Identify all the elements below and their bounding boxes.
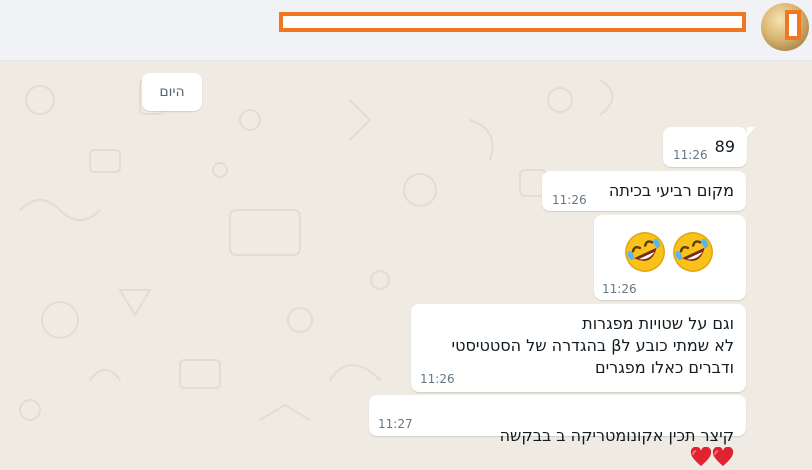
date-divider: היום [142,73,202,111]
bubble-tail [747,127,755,137]
message-bubble[interactable]: 11:26 [594,215,746,300]
chat-header[interactable] [0,0,812,61]
rolling-on-floor-laughing-icon [625,232,665,272]
message-bubble[interactable]: קיצר תכין אקונומטריקה ב בבקשה 11:27 [369,395,746,467]
message-text: מקום רביעי בכיתה [608,181,734,200]
red-heart-icon [712,447,734,467]
date-divider-label: היום [159,84,185,100]
message-text-content: קיצר תכין אקונומטריקה ב בבקשה [499,426,734,445]
message-time: 11:26 [420,372,455,386]
rolling-on-floor-laughing-icon [673,232,713,272]
red-heart-icon [690,447,712,467]
message-text: קיצר תכין אקונומטריקה ב בבקשה [500,403,734,470]
message-bubble[interactable]: 89 11:26 [663,127,755,167]
avatar-redaction-box [785,10,801,40]
message-time: 11:26 [602,282,637,296]
message-text: 89 [714,137,735,156]
message-text: וגם על שטויות מפגרות לא שמתי כובע לβ בהג… [451,314,734,377]
message-time: 11:26 [673,148,708,162]
message-bubble[interactable]: מקום רביעי בכיתה 11:26 [542,171,746,211]
message-time: 11:27 [378,417,413,431]
message-bubble[interactable]: וגם על שטויות מפגרות לא שמתי כובע לβ בהג… [411,304,746,392]
redaction-box [279,12,746,32]
message-time: 11:26 [552,193,587,207]
